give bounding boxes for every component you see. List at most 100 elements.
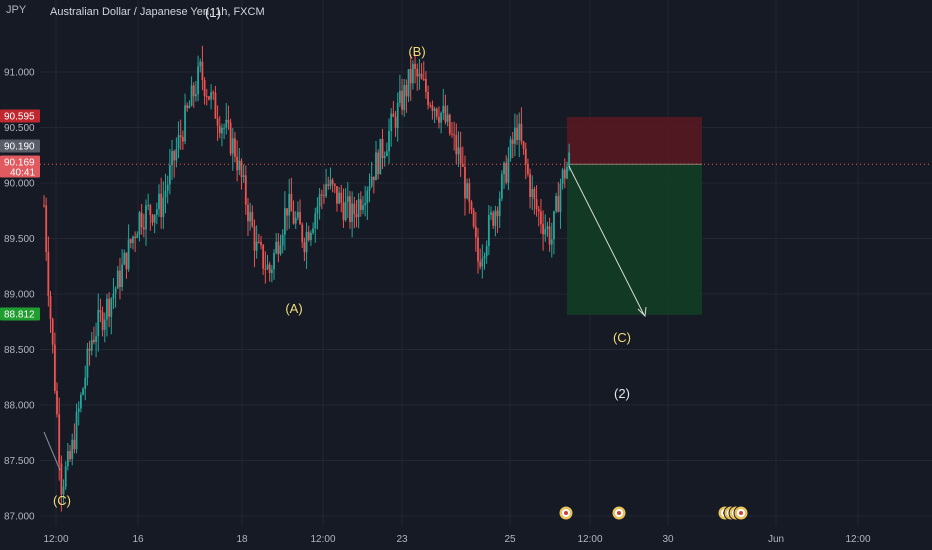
candle-body — [342, 202, 345, 221]
last-price-tag-label: 90.190 — [4, 142, 35, 153]
candle-body — [60, 463, 63, 495]
candle-body — [310, 232, 312, 241]
price-tick-label: 90.000 — [4, 179, 35, 190]
candle-body — [142, 227, 145, 230]
candle-body — [166, 184, 169, 191]
candle-body — [563, 169, 566, 179]
time-axis[interactable]: 12:00 16 18 12:00 23 25 12:00 30 Jun 12:00 — [43, 534, 870, 545]
price-tick-label: 90.500 — [4, 123, 35, 134]
time-tick-label: 12:00 — [310, 534, 335, 545]
wave-label: (C) — [53, 493, 71, 508]
candle-body — [197, 66, 199, 95]
candle-body — [281, 234, 284, 246]
candle-body — [273, 252, 275, 270]
candle-body — [329, 179, 332, 186]
candle-body — [550, 239, 553, 245]
candle-body — [203, 80, 206, 96]
candle-body — [132, 236, 134, 244]
candle-body — [461, 164, 464, 167]
candle-body — [127, 239, 130, 270]
trend-line — [43, 431, 61, 471]
candle-body — [125, 252, 128, 270]
candle-body — [236, 156, 239, 171]
candle-body — [181, 137, 184, 142]
candle-body — [477, 237, 479, 262]
candle-body — [527, 163, 529, 174]
candle-body — [195, 94, 197, 97]
candle-body — [88, 348, 91, 351]
time-tick-label: 25 — [504, 534, 516, 545]
candle-body — [381, 138, 384, 159]
candle-body — [229, 122, 232, 154]
candle-body — [483, 256, 486, 259]
time-tick-label: Jun — [768, 534, 784, 545]
chart-canvas[interactable]: (C)(1)(A)(B)(C)(2) 91.00090.50090.00089.… — [0, 0, 932, 550]
candle-body — [93, 339, 95, 342]
chart-title: Australian Dollar / Japanese Yen, 1h, FX… — [50, 6, 265, 18]
candle-body — [99, 309, 102, 313]
candle-body — [331, 179, 334, 185]
candle-body — [71, 439, 74, 460]
candle-body — [466, 183, 469, 199]
candle-body — [453, 134, 456, 136]
candle-body — [79, 394, 82, 409]
candle-body — [136, 234, 139, 239]
candle-body — [340, 192, 343, 203]
price-tick-label: 87.000 — [4, 512, 35, 523]
candle-body — [542, 224, 544, 235]
candle-body — [422, 78, 425, 80]
candle-body — [270, 269, 273, 273]
candle-body — [349, 196, 351, 222]
candle-body — [353, 203, 356, 215]
candle-body — [529, 173, 531, 197]
candle-body — [147, 205, 150, 207]
candle-body — [249, 212, 252, 222]
candle-body — [121, 264, 124, 287]
candle-body — [108, 298, 110, 317]
position-zones — [567, 116, 702, 315]
candle-body — [90, 339, 93, 351]
candle-body — [505, 162, 508, 183]
time-tick-label: 18 — [236, 534, 248, 545]
candle-body — [370, 176, 373, 187]
event-marker-dot — [617, 511, 621, 515]
candle-body — [86, 348, 89, 378]
candle-body — [210, 92, 212, 100]
candle-body — [372, 176, 375, 181]
event-markers[interactable] — [558, 505, 749, 521]
candle-body — [262, 244, 265, 269]
candle-body — [561, 169, 564, 184]
candle-body — [327, 184, 330, 186]
candle-body — [375, 152, 377, 181]
event-marker-dot — [564, 511, 568, 515]
candle-body — [557, 195, 560, 212]
wave-label: (2) — [614, 386, 630, 401]
candle-body — [208, 96, 210, 100]
candle-body — [553, 211, 555, 240]
current-price-tag-countdown: 40:41 — [10, 168, 35, 179]
time-tick-label: 16 — [132, 534, 144, 545]
candle-body — [392, 113, 395, 117]
candle-body — [359, 199, 362, 210]
candle-body — [401, 90, 403, 110]
candle-body — [414, 63, 416, 69]
candle-body — [51, 318, 54, 345]
candle-body — [540, 211, 542, 225]
candle-body — [140, 212, 143, 228]
candle-body — [385, 151, 388, 156]
price-axis[interactable]: 91.000 90.500 90.000 89.500 89.000 88.500 88.0… — [0, 68, 40, 523]
candle-body — [500, 174, 503, 199]
candle-body — [160, 193, 163, 218]
candle-body — [299, 212, 301, 225]
candle-body — [112, 293, 115, 299]
wave-label: (A) — [285, 301, 302, 316]
candle-body — [535, 199, 538, 210]
candle-body — [225, 119, 228, 128]
candle-body — [84, 377, 87, 389]
candle-body — [134, 236, 137, 239]
candle-body — [77, 408, 80, 412]
candle-body — [457, 147, 460, 155]
candle-body — [368, 186, 371, 191]
time-tick-label: 12:00 — [577, 534, 602, 545]
candle-body — [138, 212, 141, 235]
